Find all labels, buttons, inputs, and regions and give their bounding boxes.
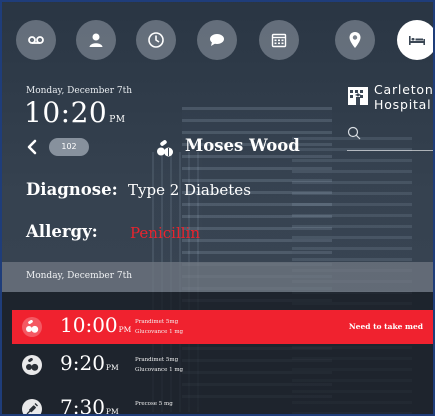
medication-drugs: Prandimet 5mg Glucovance 1 mg bbox=[135, 317, 183, 337]
bed-icon bbox=[409, 36, 425, 45]
diagnose-value: Type 2 Diabetes bbox=[128, 181, 251, 199]
medication-time: 10:00PM bbox=[60, 313, 131, 337]
medication-drug: Prandimet 5mg bbox=[135, 357, 179, 363]
header-time-ampm: PM bbox=[109, 115, 126, 125]
medication-drugs: Precose 5 mg bbox=[135, 399, 173, 409]
messages-button[interactable] bbox=[197, 20, 237, 60]
room-number-badge: 102 bbox=[49, 138, 89, 156]
diagnose-label: Diagnose: bbox=[26, 180, 118, 199]
medication-row[interactable]: 7:30PM Precose 5 mg bbox=[12, 392, 433, 416]
hospital-building-icon bbox=[348, 87, 368, 105]
medication-time: 9:20PM bbox=[60, 351, 119, 375]
hospital-name-line2: Hospital bbox=[374, 97, 432, 112]
voicemail-icon bbox=[28, 36, 44, 44]
medication-time-ampm: PM bbox=[105, 363, 119, 372]
hospital-name-line1: Carleton bbox=[374, 82, 434, 97]
medication-time-value: 9:20 bbox=[60, 351, 105, 375]
chat-bubble-icon bbox=[210, 34, 224, 46]
medication-pills-icon bbox=[26, 320, 39, 333]
voicemail-button[interactable] bbox=[16, 20, 56, 60]
person-icon bbox=[89, 33, 103, 47]
header-time: 10:20 PM bbox=[24, 96, 125, 129]
clock-icon bbox=[148, 32, 164, 48]
medication-row[interactable]: 9:20PM Prandimet 5mg Glucovance 1 mg bbox=[12, 348, 433, 382]
top-nav-bar bbox=[16, 20, 433, 62]
schedule-date: Monday, December 7th bbox=[26, 271, 133, 281]
hospital-name: Carleton Hospital bbox=[374, 82, 434, 112]
medication-drug: Precose 5 mg bbox=[135, 401, 173, 407]
medication-pills-icon bbox=[157, 140, 173, 157]
location-pin-icon bbox=[349, 32, 361, 48]
allergy-value: Penicillin bbox=[130, 224, 201, 242]
medication-drug: Glucovance 1 mg bbox=[135, 367, 184, 373]
medication-row-icon bbox=[22, 355, 42, 375]
medication-row-alert[interactable]: 10:00PM Prandimet 5mg Glucovance 1 mg Ne… bbox=[12, 310, 433, 344]
medication-time-ampm: PM bbox=[118, 325, 132, 334]
header-time-value: 10:20 bbox=[24, 96, 108, 129]
patient-name: Moses Wood bbox=[185, 136, 300, 155]
medication-drugs: Prandimet 5mg Glucovance 1 mg bbox=[135, 355, 183, 375]
medication-pills-icon bbox=[26, 358, 39, 371]
medication-drug: Glucovance 1 mg bbox=[135, 329, 184, 335]
medication-row-icon bbox=[22, 317, 42, 337]
medication-status: Need to take med bbox=[348, 322, 423, 331]
history-button[interactable] bbox=[136, 20, 176, 60]
search-input-underline[interactable] bbox=[347, 150, 433, 151]
medication-drug: Prandimet 5mg bbox=[135, 319, 179, 325]
patient-profile-button[interactable] bbox=[76, 20, 116, 60]
app-frame: Monday, December 7th 10:20 PM Carleton Ho… bbox=[0, 0, 435, 416]
medication-time-ampm: PM bbox=[105, 407, 119, 416]
medication-time-value: 7:30 bbox=[60, 395, 105, 416]
medication-time: 7:30PM bbox=[60, 395, 119, 416]
schedule-date-strip: Monday, December 7th bbox=[2, 262, 433, 292]
allergy-label: Allergy: bbox=[26, 222, 98, 241]
medication-row-icon bbox=[22, 399, 42, 414]
calendar-icon bbox=[271, 33, 287, 48]
bed-button[interactable] bbox=[397, 20, 433, 60]
search-icon[interactable] bbox=[347, 126, 361, 140]
back-chevron-icon[interactable] bbox=[26, 139, 38, 155]
medication-time-value: 10:00 bbox=[60, 313, 118, 337]
calendar-button[interactable] bbox=[259, 20, 299, 60]
header-date: Monday, December 7th bbox=[26, 86, 133, 96]
location-button[interactable] bbox=[335, 20, 375, 60]
syringe-icon bbox=[26, 403, 38, 414]
